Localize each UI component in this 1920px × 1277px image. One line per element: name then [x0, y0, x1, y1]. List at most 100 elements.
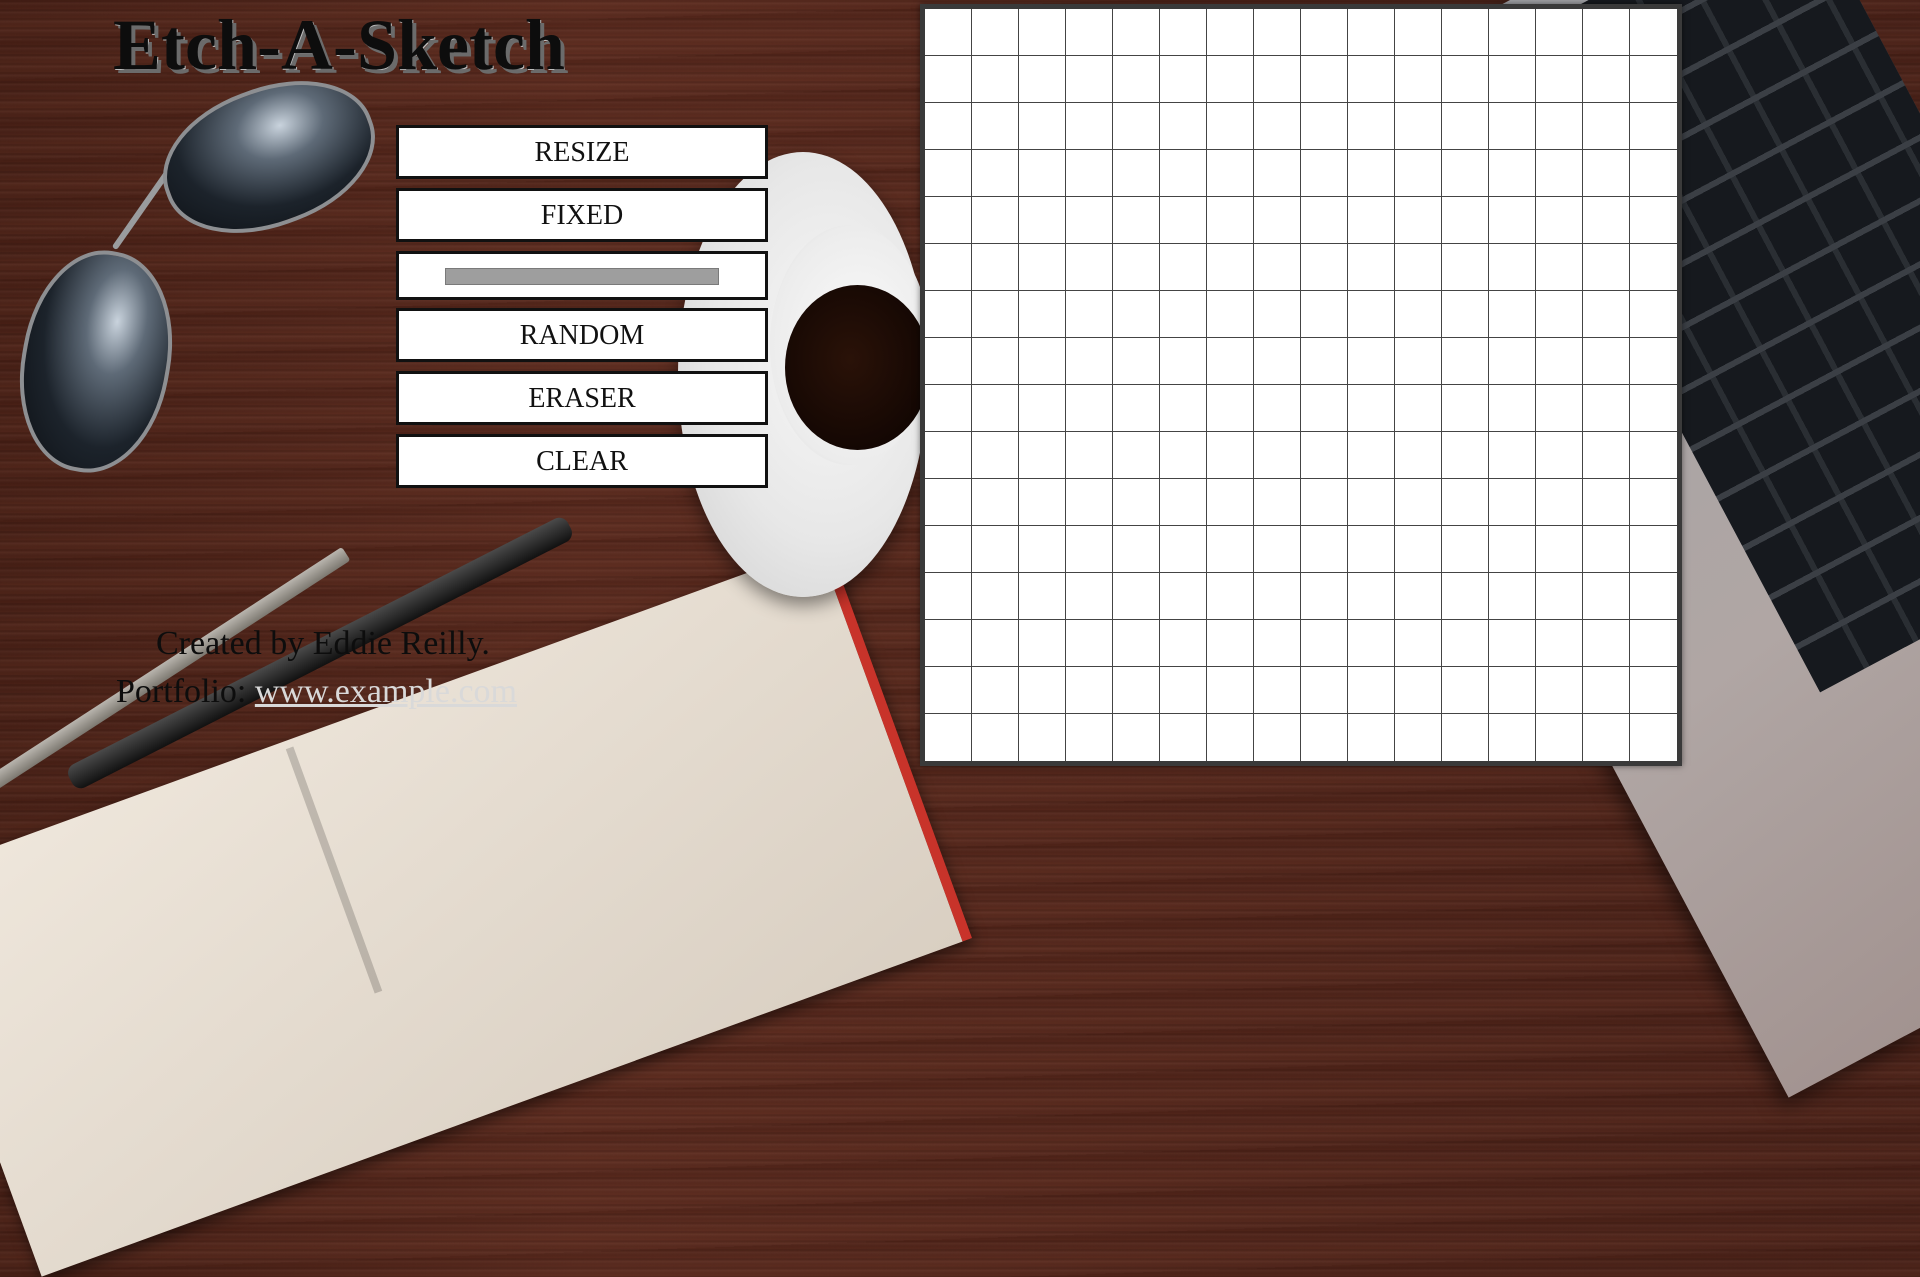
grid-cell[interactable] — [1113, 244, 1160, 291]
grid-cell[interactable] — [1254, 9, 1301, 56]
grid-cell[interactable] — [1301, 432, 1348, 479]
grid-cell[interactable] — [1160, 291, 1207, 338]
grid-cell[interactable] — [1254, 667, 1301, 714]
grid-cell[interactable] — [1160, 197, 1207, 244]
grid-cell[interactable] — [1160, 714, 1207, 761]
grid-cell[interactable] — [1395, 56, 1442, 103]
grid-cell[interactable] — [1442, 56, 1489, 103]
grid-cell[interactable] — [1113, 150, 1160, 197]
grid-cell[interactable] — [972, 620, 1019, 667]
grid-cell[interactable] — [1301, 103, 1348, 150]
grid-cell[interactable] — [1113, 432, 1160, 479]
grid-cell[interactable] — [925, 573, 972, 620]
grid-cell[interactable] — [972, 291, 1019, 338]
grid-cell[interactable] — [1254, 103, 1301, 150]
grid-cell[interactable] — [1536, 338, 1583, 385]
grid-cell[interactable] — [1254, 479, 1301, 526]
grid-cell[interactable] — [1348, 620, 1395, 667]
grid-cell[interactable] — [1630, 432, 1677, 479]
grid-cell[interactable] — [1301, 714, 1348, 761]
grid-cell[interactable] — [925, 620, 972, 667]
grid-cell[interactable] — [972, 150, 1019, 197]
grid-cell[interactable] — [1583, 103, 1630, 150]
grid-cell[interactable] — [1630, 197, 1677, 244]
grid-cell[interactable] — [1301, 479, 1348, 526]
grid-cell[interactable] — [1348, 150, 1395, 197]
grid-cell[interactable] — [972, 479, 1019, 526]
grid-cell[interactable] — [1113, 526, 1160, 573]
grid-cell[interactable] — [1113, 620, 1160, 667]
grid-cell[interactable] — [1489, 291, 1536, 338]
grid-cell[interactable] — [1113, 479, 1160, 526]
grid-cell[interactable] — [1113, 197, 1160, 244]
grid-cell[interactable] — [1301, 667, 1348, 714]
grid-cell[interactable] — [1066, 667, 1113, 714]
grid-cell[interactable] — [1160, 432, 1207, 479]
grid-cell[interactable] — [1630, 244, 1677, 291]
grid-cell[interactable] — [1489, 526, 1536, 573]
grid-cell[interactable] — [1113, 56, 1160, 103]
grid-cell[interactable] — [1301, 244, 1348, 291]
grid-cell[interactable] — [1301, 56, 1348, 103]
grid-cell[interactable] — [1536, 291, 1583, 338]
grid-cell[interactable] — [1395, 479, 1442, 526]
grid-cell[interactable] — [1207, 620, 1254, 667]
grid-cell[interactable] — [1019, 197, 1066, 244]
clear-button[interactable]: CLEAR — [396, 434, 768, 488]
grid-cell[interactable] — [1630, 9, 1677, 56]
grid-cell[interactable] — [1536, 714, 1583, 761]
grid-cell[interactable] — [1254, 526, 1301, 573]
grid-cell[interactable] — [1583, 573, 1630, 620]
color-slider[interactable] — [445, 268, 719, 285]
grid-cell[interactable] — [925, 56, 972, 103]
grid-cell[interactable] — [1207, 338, 1254, 385]
grid-cell[interactable] — [1395, 150, 1442, 197]
grid-cell[interactable] — [972, 526, 1019, 573]
grid-cell[interactable] — [1019, 56, 1066, 103]
grid-cell[interactable] — [925, 385, 972, 432]
grid-cell[interactable] — [1348, 9, 1395, 56]
grid-cell[interactable] — [972, 338, 1019, 385]
grid-cell[interactable] — [1348, 338, 1395, 385]
grid-cell[interactable] — [1395, 385, 1442, 432]
grid-cell[interactable] — [1160, 56, 1207, 103]
grid-cell[interactable] — [1066, 103, 1113, 150]
grid-cell[interactable] — [1583, 9, 1630, 56]
grid-cell[interactable] — [1395, 526, 1442, 573]
grid-cell[interactable] — [1301, 291, 1348, 338]
resize-button[interactable]: RESIZE — [396, 125, 768, 179]
grid-cell[interactable] — [1160, 9, 1207, 56]
grid-cell[interactable] — [1442, 150, 1489, 197]
grid-cell[interactable] — [1207, 385, 1254, 432]
sketch-grid[interactable] — [920, 4, 1682, 766]
grid-cell[interactable] — [1113, 573, 1160, 620]
grid-cell[interactable] — [1160, 620, 1207, 667]
grid-cell[interactable] — [1207, 526, 1254, 573]
grid-cell[interactable] — [1630, 479, 1677, 526]
grid-cell[interactable] — [1583, 385, 1630, 432]
grid-cell[interactable] — [1207, 291, 1254, 338]
grid-cell[interactable] — [1348, 385, 1395, 432]
grid-cell[interactable] — [1207, 432, 1254, 479]
grid-cell[interactable] — [1536, 620, 1583, 667]
grid-cell[interactable] — [1066, 197, 1113, 244]
grid-cell[interactable] — [1489, 573, 1536, 620]
grid-cell[interactable] — [1536, 432, 1583, 479]
grid-cell[interactable] — [1160, 338, 1207, 385]
grid-cell[interactable] — [1019, 620, 1066, 667]
grid-cell[interactable] — [1536, 9, 1583, 56]
grid-cell[interactable] — [1019, 479, 1066, 526]
grid-cell[interactable] — [1207, 56, 1254, 103]
grid-cell[interactable] — [1207, 197, 1254, 244]
grid-cell[interactable] — [1489, 479, 1536, 526]
grid-cell[interactable] — [925, 526, 972, 573]
grid-cell[interactable] — [1207, 667, 1254, 714]
grid-cell[interactable] — [1489, 667, 1536, 714]
grid-cell[interactable] — [1254, 714, 1301, 761]
grid-cell[interactable] — [1348, 103, 1395, 150]
grid-cell[interactable] — [1630, 56, 1677, 103]
grid-cell[interactable] — [1301, 620, 1348, 667]
grid-cell[interactable] — [1442, 479, 1489, 526]
grid-cell[interactable] — [1630, 150, 1677, 197]
grid-cell[interactable] — [1630, 667, 1677, 714]
